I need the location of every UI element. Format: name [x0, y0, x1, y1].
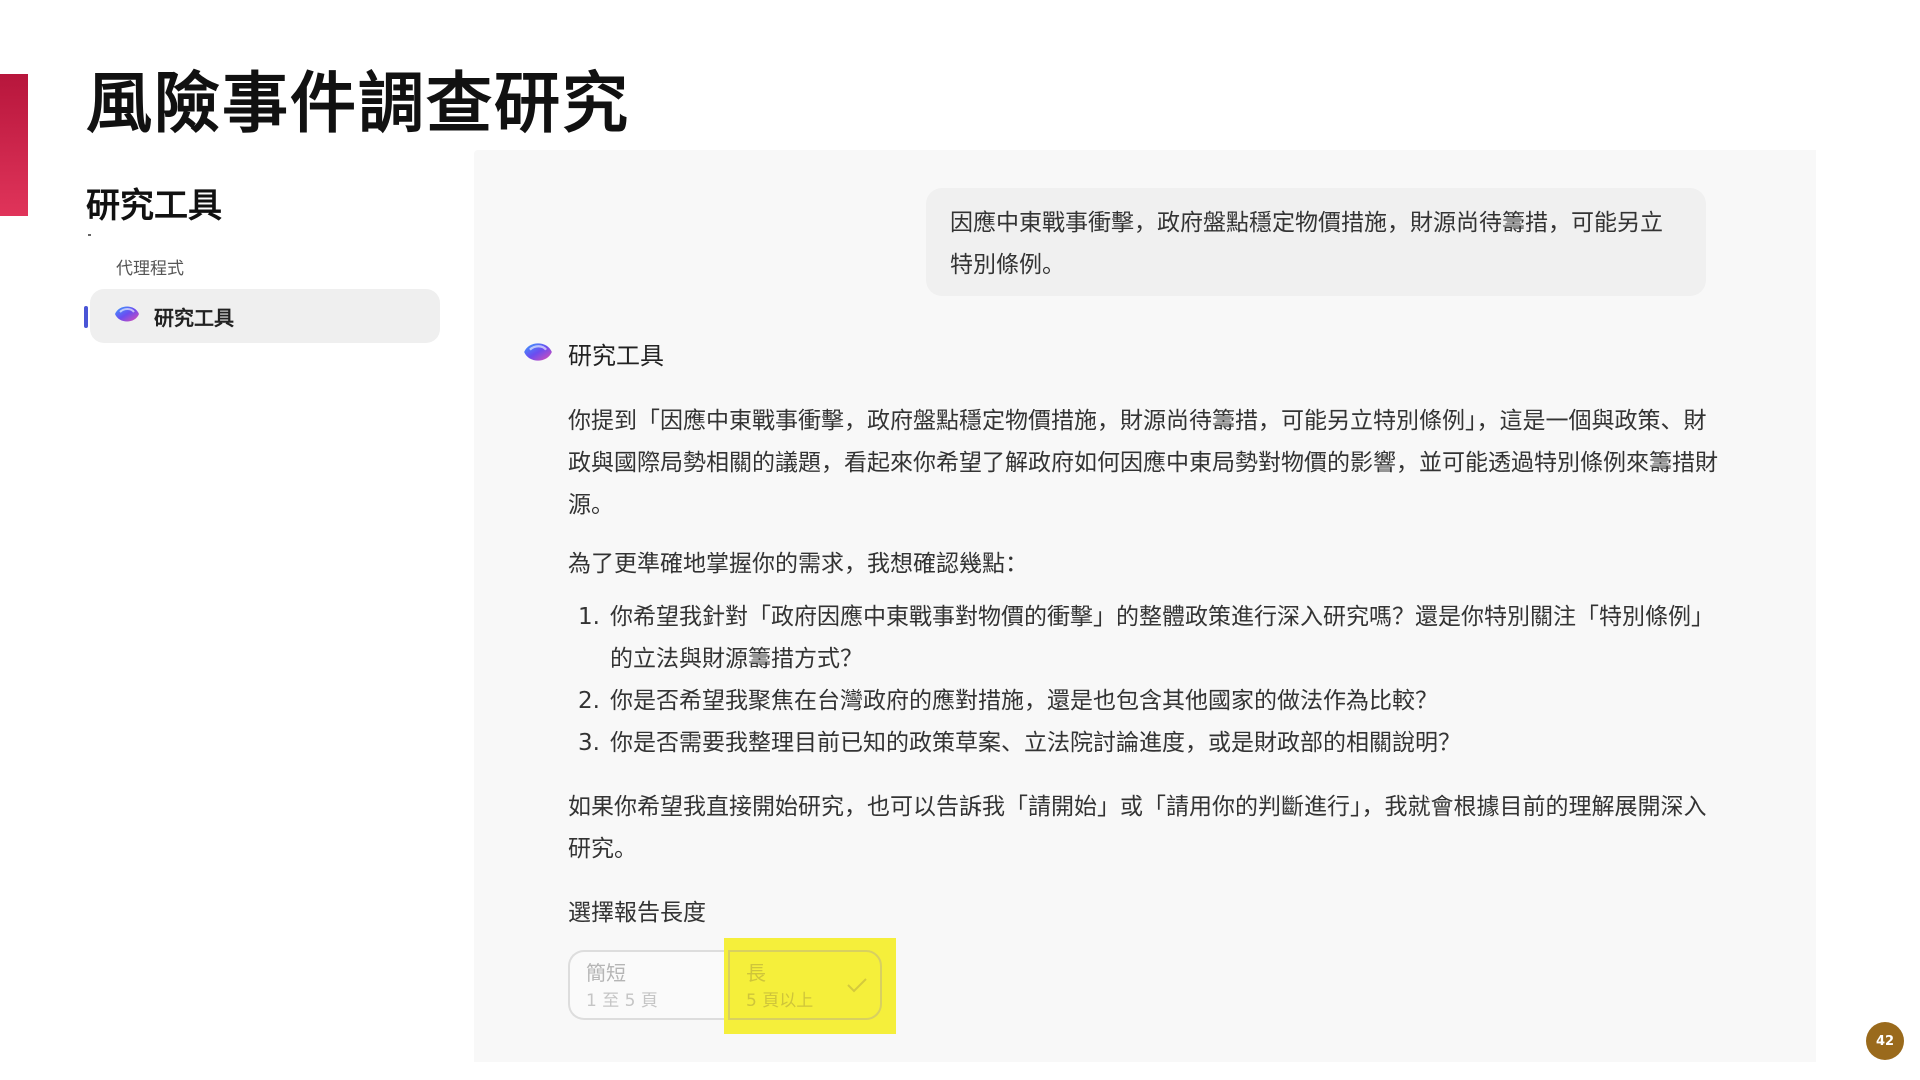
assistant-paragraph: 為了更準確地掌握你的需求，我想確認幾點：	[568, 551, 1028, 577]
accent-bar	[0, 74, 28, 216]
sidebar-divider	[88, 234, 91, 236]
assistant-paragraph: 你提到「因應中東戰事衝擊，政府盤點穩定物價措施，財源尚待籌措，可能另立特別條例」…	[568, 408, 1718, 518]
sidebar-item-research-tool[interactable]: 研究工具	[90, 289, 440, 343]
page-number-badge: 42	[1866, 1022, 1904, 1060]
list-item-text: 你是否希望我聚焦在台灣政府的應對措施，還是也包含其他國家的做法作為比較？	[610, 688, 1438, 714]
copilot-orb-icon	[112, 301, 142, 331]
list-item-number: 1.	[578, 604, 600, 630]
list-item: 1. 你希望我針對「政府因應中東戰事對物價的衝擊」的整體政策進行深入研究嗎？還是…	[568, 596, 1728, 680]
list-item: 2. 你是否希望我聚焦在台灣政府的應對措施，還是也包含其他國家的做法作為比較？	[568, 680, 1728, 722]
question-list: 1. 你希望我針對「政府因應中東戰事對物價的衝擊」的整體政策進行深入研究嗎？還是…	[568, 596, 1728, 764]
option-subtitle: 1 至 5 頁	[586, 991, 658, 1011]
list-item: 3. 你是否需要我整理目前已知的政策草案、立法院討論進度，或是財政部的相關說明？	[568, 722, 1728, 764]
assistant-name: 研究工具	[568, 342, 664, 370]
section-title: 研究工具	[86, 186, 222, 226]
check-icon	[846, 976, 868, 998]
option-title: 簡短	[586, 961, 626, 985]
report-option-long[interactable]: 長 5 頁以上	[728, 950, 882, 1020]
list-item-number: 3.	[578, 730, 600, 756]
list-item-number: 2.	[578, 688, 600, 714]
report-length-label: 選擇報告長度	[568, 900, 706, 926]
user-message: 因應中東戰事衝擊，政府盤點穩定物價措施，財源尚待籌措，可能另立特別條例。	[926, 188, 1706, 296]
sidebar-item-label: 研究工具	[154, 305, 234, 330]
assistant-header: 研究工具	[520, 336, 664, 371]
report-option-short[interactable]: 簡短 1 至 5 頁	[568, 950, 738, 1020]
list-item-text: 你是否需要我整理目前已知的政策草案、立法院討論進度，或是財政部的相關說明？	[610, 730, 1461, 756]
sidebar-section-label: 代理程式	[116, 259, 184, 279]
assistant-closing: 如果你希望我直接開始研究，也可以告訴我「請開始」或「請用你的判斷進行」，我就會根…	[568, 794, 1707, 862]
slide-title: 風險事件調查研究	[86, 65, 630, 142]
copilot-orb-icon	[520, 337, 556, 371]
active-indicator	[84, 306, 88, 328]
list-item-text: 你希望我針對「政府因應中東戰事對物價的衝擊」的整體政策進行深入研究嗎？還是你特別…	[610, 604, 1714, 672]
